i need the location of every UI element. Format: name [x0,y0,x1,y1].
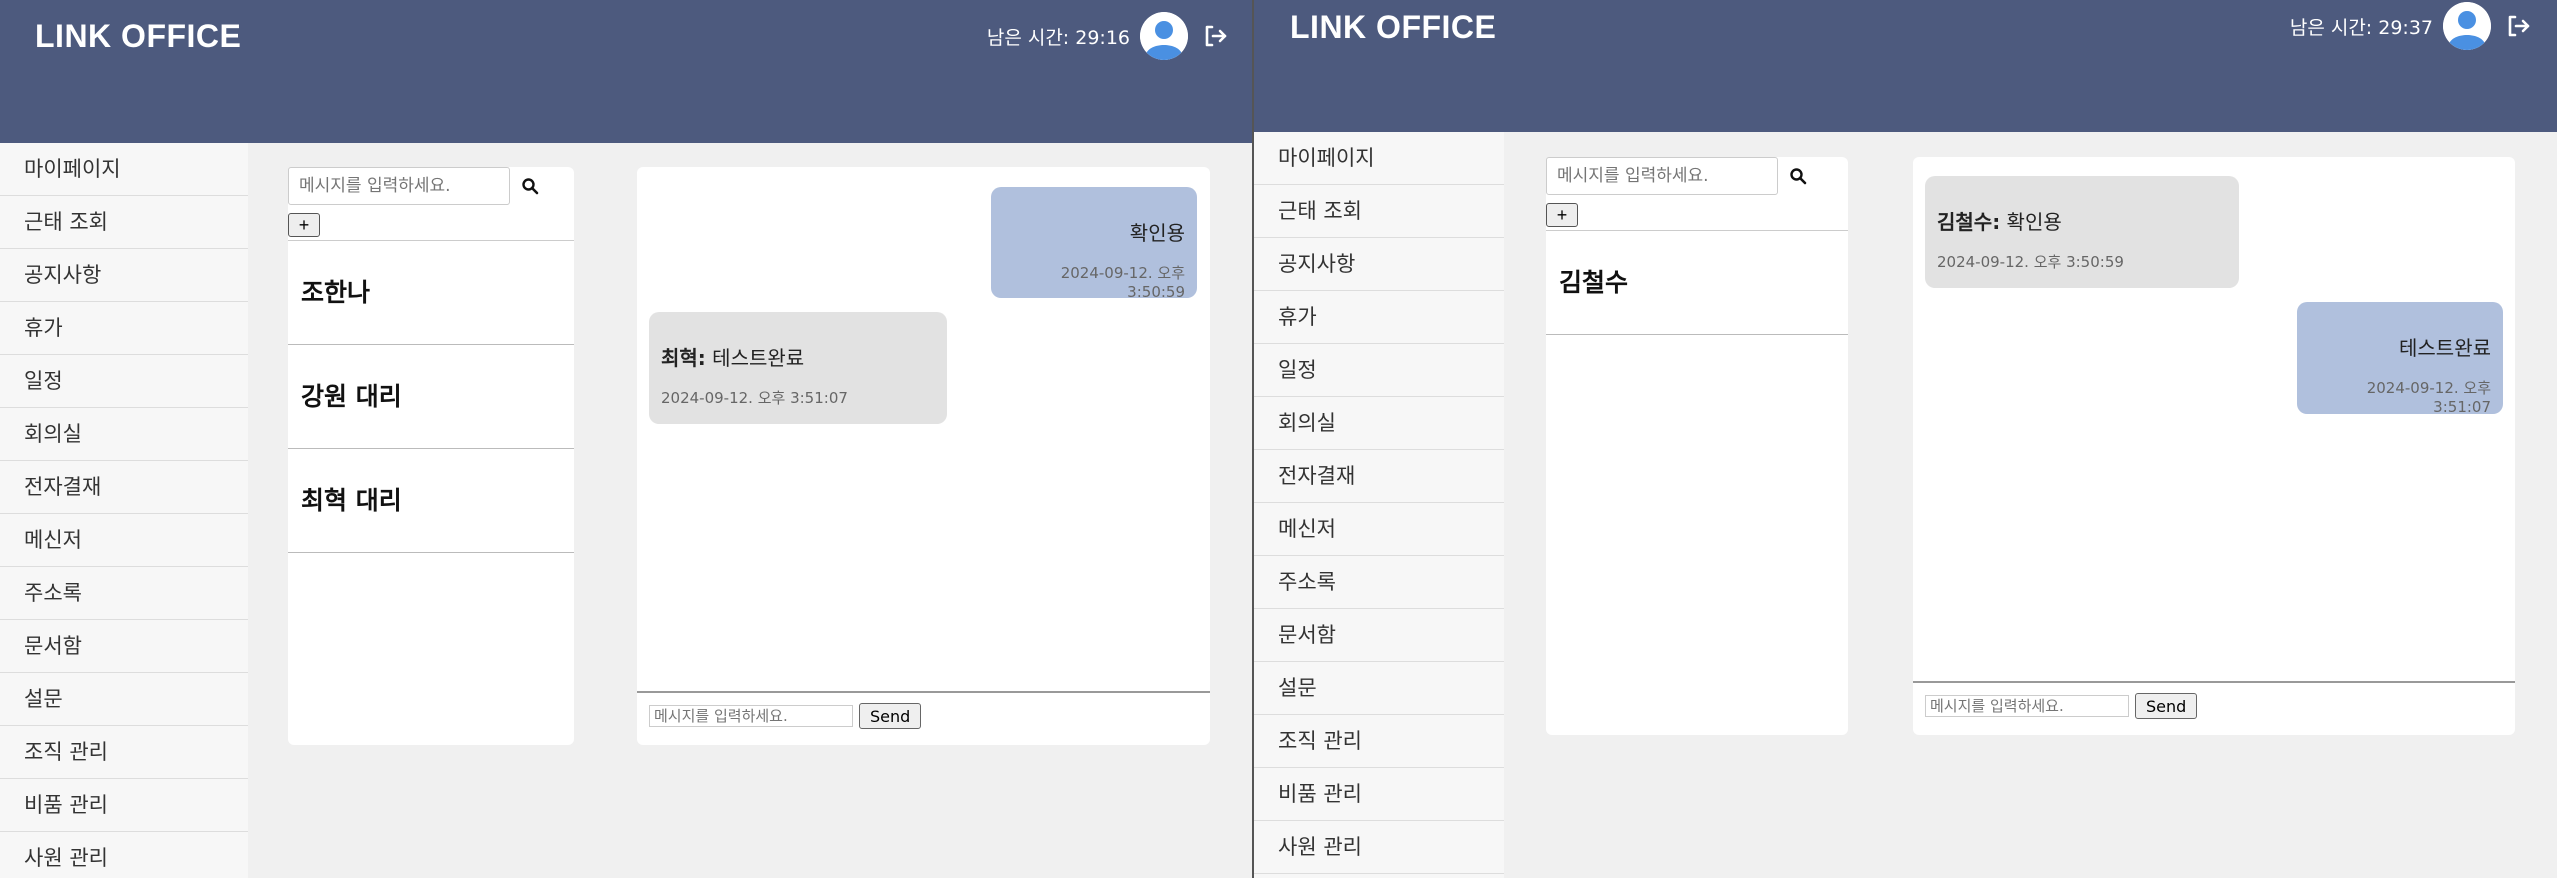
contact-item[interactable]: 최혁 대리 [288,449,574,553]
message-timestamp: 2024-09-12. 오후 3:51:07 [2366,379,2491,416]
message-timestamp: 2024-09-12. 오후 3:50:59 [1937,253,2124,271]
sidebar-item-documents[interactable]: 문서함 [1254,609,1504,662]
sidebar-item-messenger[interactable]: 메신저 [1254,503,1504,556]
message-text: 확인용 [2000,210,2062,234]
message-text: 테스트완료 [2399,336,2491,360]
contact-search-input[interactable] [288,167,510,205]
sidebar-item-documents[interactable]: 문서함 [0,620,248,673]
message-timestamp: 2024-09-12. 오후 3:50:59 [1060,264,1185,301]
top-header: LINK OFFICE 남은 시간: 29:37 [1254,0,2557,132]
sidebar-item-mypage[interactable]: 마이페이지 [0,143,248,196]
contact-list: 김철수 [1546,230,1848,335]
chat-panel: 김철수: 확인용 2024-09-12. 오후 3:50:59 테스트완료 20… [1913,157,2515,735]
sidebar-item-vacation[interactable]: 휴가 [0,302,248,355]
sidebar-item-org-management[interactable]: 조직 관리 [0,726,248,779]
sidebar-item-equipment-management[interactable]: 비품 관리 [0,779,248,832]
message-bubble-mine: 확인용 2024-09-12. 오후 3:50:59 [991,187,1197,301]
message-content: 최혁: 테스트완료 [661,342,935,371]
search-icon[interactable] [510,167,550,205]
top-header: LINK OFFICE 남은 시간: 29:16 [0,0,1252,143]
message-text: 테스트완료 [705,346,805,370]
search-icon[interactable] [1778,157,1818,195]
sidebar-item-attendance[interactable]: 근태 조회 [1254,185,1504,238]
message-bubble-theirs: 최혁: 테스트완료 2024-09-12. 오후 3:51:07 [649,312,947,424]
message-bubble-theirs: 김철수: 확인용 2024-09-12. 오후 3:50:59 [1925,176,2239,288]
contact-list-panel: + 김철수 [1546,157,1848,735]
session-timer: 남은 시간: 29:37 [2289,16,2433,39]
contact-item[interactable]: 김철수 [1546,231,1848,335]
logout-icon[interactable] [2505,13,2531,39]
sidebar-item-notice[interactable]: 공지사항 [0,249,248,302]
message-input[interactable] [1925,695,2129,717]
sidebar-item-approval[interactable]: 전자결재 [1254,450,1504,503]
sidebar-item-vacation[interactable]: 휴가 [1254,291,1504,344]
sidebar-menu: 마이페이지 근태 조회 공지사항 휴가 일정 회의실 전자결재 메신저 주소록 … [1254,132,1504,878]
chat-input-bar: Send [637,691,1210,745]
sidebar-item-equipment-management[interactable]: 비품 관리 [1254,768,1504,821]
sidebar-item-approval[interactable]: 전자결재 [0,461,248,514]
chat-panel: 확인용 2024-09-12. 오후 3:50:59 최혁: 테스트완료 202… [637,167,1210,745]
message-sender: 최혁: [661,346,706,370]
message-bubble-mine: 테스트완료 2024-09-12. 오후 3:51:07 [2297,302,2503,416]
sidebar-item-employee-management[interactable]: 사원 관리 [1254,821,1504,874]
sidebar-menu: 마이페이지 근태 조회 공지사항 휴가 일정 회의실 전자결재 메신저 주소록 … [0,143,248,878]
sidebar-item-address-book[interactable]: 주소록 [1254,556,1504,609]
contact-list: 조한나 강원 대리 최혁 대리 [288,240,574,553]
sidebar-item-employee-management[interactable]: 사원 관리 [0,832,248,878]
user-avatar-icon[interactable] [2443,2,2491,50]
message-sender: 김철수: [1937,210,2001,234]
send-button[interactable]: Send [2135,693,2198,719]
app-logo[interactable]: LINK OFFICE [1290,9,1496,46]
contact-list-panel: + 조한나 강원 대리 최혁 대리 [288,167,574,745]
sidebar-item-schedule[interactable]: 일정 [0,355,248,408]
right-window: LINK OFFICE 남은 시간: 29:37 마이페이지 근태 조회 공지사… [1252,0,2557,878]
message-content: 김철수: 확인용 [1937,206,2227,235]
user-avatar-icon[interactable] [1140,12,1188,60]
sidebar-item-schedule[interactable]: 일정 [1254,344,1504,397]
chat-input-bar: Send [1913,681,2515,735]
left-window: LINK OFFICE 남은 시간: 29:16 마이페이지 근태 조회 공지사… [0,0,1252,878]
sidebar-item-org-management[interactable]: 조직 관리 [1254,715,1504,768]
message-text: 확인용 [1129,221,1185,245]
sidebar-item-mypage[interactable]: 마이페이지 [1254,132,1504,185]
sidebar-item-address-book[interactable]: 주소록 [0,567,248,620]
send-button[interactable]: Send [859,703,922,729]
header-user-area: 남은 시간: 29:16 [987,12,1228,60]
sidebar-item-meeting-room[interactable]: 회의실 [0,408,248,461]
contact-search-row [1546,157,1818,195]
session-timer: 남은 시간: 29:16 [986,26,1130,49]
sidebar-item-messenger[interactable]: 메신저 [0,514,248,567]
contact-search-row [288,167,550,205]
sidebar-item-meeting-room[interactable]: 회의실 [1254,397,1504,450]
sidebar-item-survey[interactable]: 설문 [1254,662,1504,715]
message-input[interactable] [649,705,853,727]
add-chat-button[interactable]: + [288,213,320,237]
message-timestamp: 2024-09-12. 오후 3:51:07 [661,389,848,407]
contact-item[interactable]: 조한나 [288,241,574,345]
header-user-area: 남은 시간: 29:37 [2290,2,2531,50]
app-logo[interactable]: LINK OFFICE [35,18,241,55]
contact-item[interactable]: 강원 대리 [288,345,574,449]
sidebar-item-attendance[interactable]: 근태 조회 [0,196,248,249]
logout-icon[interactable] [1202,23,1228,49]
add-chat-button[interactable]: + [1546,203,1578,227]
sidebar-item-survey[interactable]: 설문 [0,673,248,726]
sidebar-item-notice[interactable]: 공지사항 [1254,238,1504,291]
contact-search-input[interactable] [1546,157,1778,195]
